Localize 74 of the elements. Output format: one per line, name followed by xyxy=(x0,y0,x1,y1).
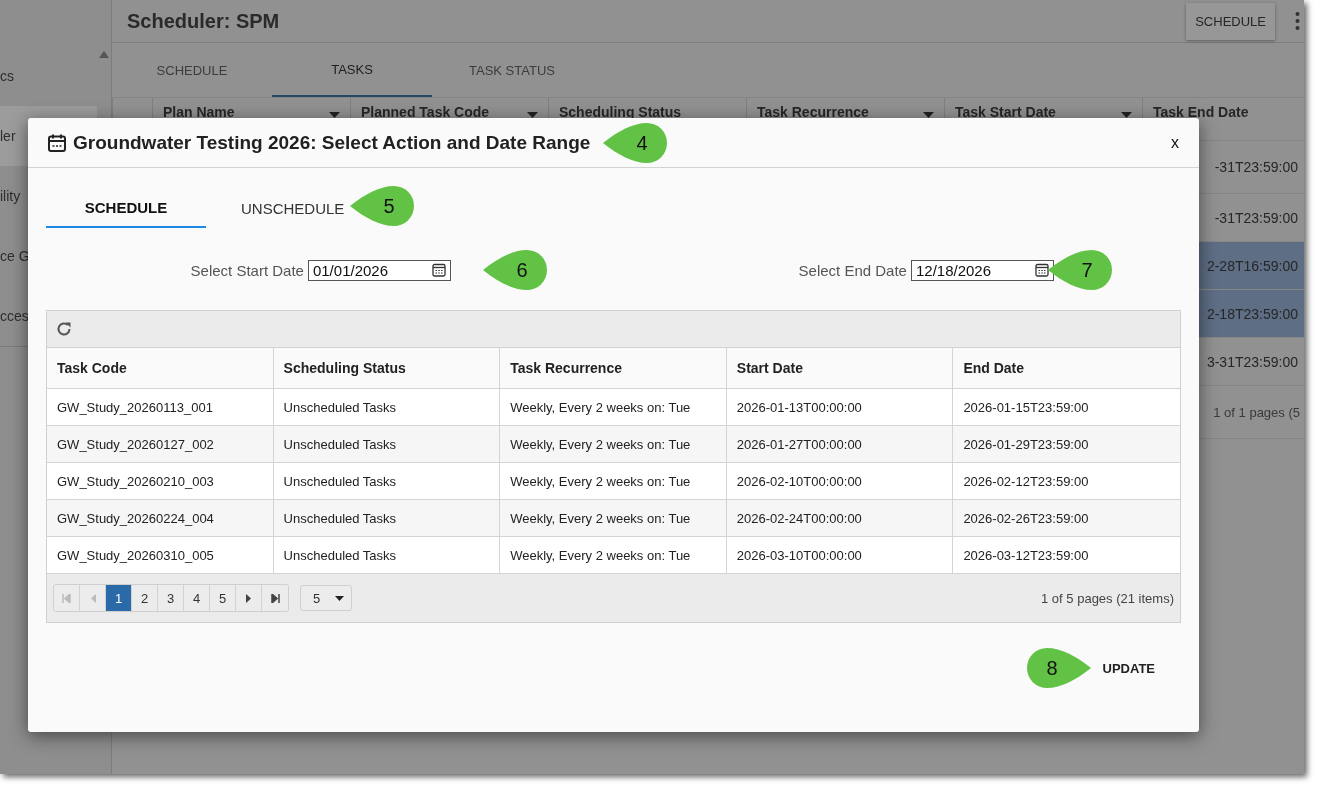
sidebar-item[interactable]: cs xyxy=(0,46,97,106)
caret-icon xyxy=(335,595,344,601)
tab[interactable]: TASKS xyxy=(272,43,432,97)
table-cell: -31T23:59:00 xyxy=(1214,209,1298,226)
previous-page-icon xyxy=(89,593,96,603)
table-cell: Unscheduled Tasks xyxy=(273,500,501,537)
callout-badge: 4 xyxy=(603,123,667,163)
table-cell: Unscheduled Tasks xyxy=(273,463,501,500)
table-cell: GW_Study_20260113_001 xyxy=(47,389,274,426)
table-cell: Weekly, Every 2 weeks on: Tue xyxy=(500,389,727,426)
pager-info: 1 of 5 pages (21 items) xyxy=(1041,590,1174,606)
table-cell: Weekly, Every 2 weeks on: Tue xyxy=(500,500,727,537)
update-button[interactable]: UPDATE xyxy=(1094,653,1163,684)
callout-badge: 5 xyxy=(350,186,414,226)
table-cell: -31T23:59:00 xyxy=(1214,159,1298,175)
callout-badge: 7 xyxy=(1048,250,1112,290)
table-cell: GW_Study_20260224_004 xyxy=(47,500,274,537)
tab[interactable]: UNSCHEDULE xyxy=(241,188,345,228)
column-header: Task Code xyxy=(47,348,274,389)
table-cell: 2026-03-12T23:59:00 xyxy=(953,537,1180,574)
last-page-icon xyxy=(270,593,280,603)
table-cell: Weekly, Every 2 weeks on: Tue xyxy=(500,537,727,574)
table-cell: Unscheduled Tasks xyxy=(273,537,501,574)
column-header: Scheduling Status xyxy=(273,348,501,389)
column-header: Start Date xyxy=(726,348,954,389)
schedule-button[interactable]: SCHEDULE xyxy=(1186,2,1275,40)
table-cell: 2-28T16:59:00 xyxy=(1206,257,1298,274)
page-button[interactable]: 1 xyxy=(106,585,132,611)
page-title: Scheduler: SPM xyxy=(127,9,281,33)
table-cell: 2026-01-29T23:59:00 xyxy=(953,426,1180,463)
date-label: Select Start Date xyxy=(190,261,304,279)
page-size-dropdown[interactable]: 5 xyxy=(300,585,352,611)
table-cell: 2026-03-10T00:00:00 xyxy=(726,537,954,574)
first-page-icon xyxy=(62,593,71,603)
table-cell: 2026-02-12T23:59:00 xyxy=(953,463,1180,500)
callout-badge: 6 xyxy=(483,250,547,290)
date-field[interactable]: 12/18/2026 xyxy=(910,259,1054,281)
table-cell: GW_Study_20260127_002 xyxy=(47,426,274,463)
table-cell: 2026-01-13T00:00:00 xyxy=(726,389,954,426)
table-cell: Unscheduled Tasks xyxy=(273,426,501,463)
table-cell: Weekly, Every 2 weeks on: Tue xyxy=(500,463,727,500)
column-header: Plan Name xyxy=(163,104,236,120)
table-cell: 2026-01-15T23:59:00 xyxy=(953,389,1180,426)
table-cell: 3-31T23:59:00 xyxy=(1206,353,1298,370)
more-options-icon[interactable] xyxy=(1295,11,1300,31)
date-label: Select End Date xyxy=(798,261,907,279)
table-cell: 2026-01-27T00:00:00 xyxy=(726,426,954,463)
table-cell: GW_Study_20260310_005 xyxy=(47,537,274,574)
calendar-icon[interactable] xyxy=(431,262,446,277)
table-cell: Weekly, Every 2 weeks on: Tue xyxy=(500,426,727,463)
tab[interactable]: SCHEDULE xyxy=(112,43,272,97)
calendar-icon[interactable] xyxy=(1034,262,1049,277)
table-cell: GW_Study_20260210_003 xyxy=(47,463,274,500)
table-cell: 2026-02-26T23:59:00 xyxy=(953,500,1180,537)
column-header: Planned Task Code xyxy=(361,104,491,120)
calendar-icon xyxy=(47,132,67,153)
dialog-title: Groundwater Testing 2026: Select Action and Date Range xyxy=(73,131,591,154)
column-header: Task Recurrence xyxy=(500,348,727,389)
date-field[interactable]: 01/01/2026 xyxy=(307,259,451,281)
column-header: Task End Date xyxy=(1153,104,1250,120)
next-page-icon xyxy=(245,593,252,603)
column-header: Task Recurrence xyxy=(757,104,870,120)
table-cell: Unscheduled Tasks xyxy=(273,389,501,426)
column-header: Task Start Date xyxy=(955,104,1057,120)
refresh-icon[interactable] xyxy=(55,320,73,338)
table-cell: 2026-02-24T00:00:00 xyxy=(726,500,954,537)
column-header: Scheduling Status xyxy=(559,104,683,120)
tab[interactable]: SCHEDULE xyxy=(46,188,206,228)
close-button[interactable]: x xyxy=(1169,131,1181,154)
table-cell: 2-18T23:59:00 xyxy=(1206,305,1298,322)
tab[interactable]: TASK STATUS xyxy=(432,43,592,97)
table-cell: 2026-02-10T00:00:00 xyxy=(726,463,954,500)
callout-badge: 8 xyxy=(1027,648,1091,688)
pager-info: 1 of 1 pages (5 xyxy=(1213,404,1300,420)
